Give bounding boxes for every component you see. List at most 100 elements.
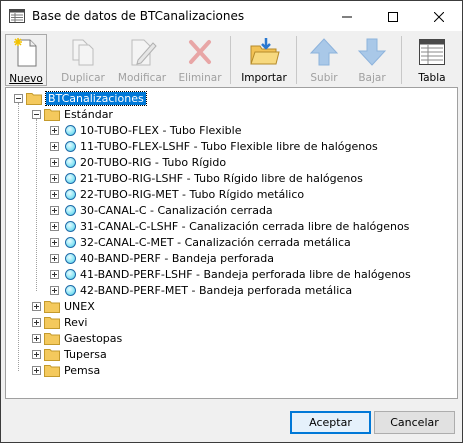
folder-open-icon [26,92,42,105]
dialog-window: Base de datos de BTCanalizaciones Nuevo [0,0,463,443]
tree-node-root[interactable]: BTCanalizaciones [14,90,147,106]
maximize-button[interactable] [370,1,416,32]
title-bar: Base de datos de BTCanalizaciones [1,1,462,32]
folder-icon [44,332,60,345]
toolbar: Nuevo Duplicar Modificar Eliminar Import… [1,32,462,88]
collapse-icon[interactable] [32,109,41,119]
tree-node-pemsa[interactable]: Pemsa [32,362,100,378]
tree-item[interactable]: 31-CANAL-C-LSHF - Canalización cerrada l… [50,218,409,234]
tree-connector [36,119,37,291]
arrow-up-icon [309,38,339,66]
minimize-button[interactable] [324,1,370,32]
tree-item-label: 40-BAND-PERF - Bandeja perforada [80,251,274,265]
tree-item-label: 30-CANAL-C - Canalización cerrada [80,203,273,217]
tree-node-label: UNEX [64,299,95,313]
tree-item-label: 41-BAND-PERF-LSHF - Bandeja perforada li… [80,267,411,281]
tree-item[interactable]: 21-TUBO-RIG-LSHF - Tubo Rígido libre de … [50,170,363,186]
pencil-edit-icon [131,39,157,66]
delete-label: Eliminar [178,72,222,84]
tree-node-label: Tupersa [64,347,107,361]
import-button[interactable]: Importar [237,34,291,86]
duplicate-icon [72,39,94,66]
expand-icon[interactable] [50,205,59,215]
tree-node-label: Gaestopas [64,331,123,345]
expand-icon[interactable] [50,173,59,183]
tree-item[interactable]: 22-TUBO-RIG-MET - Tubo Rígido metálico [50,186,304,202]
item-circle-icon [65,204,76,216]
tree-node-label: Estándar [64,107,113,121]
minimize-icon [342,16,352,17]
tree-node-unex[interactable]: UNEX [32,298,95,314]
folder-icon [44,364,60,377]
tree-node-tupersa[interactable]: Tupersa [32,346,107,362]
item-circle-icon [65,236,76,248]
toolbar-separator [230,36,231,84]
tree-node-label: Revi [64,315,88,329]
tree-item[interactable]: 30-CANAL-C - Canalización cerrada [50,202,273,218]
expand-icon[interactable] [50,253,59,263]
item-circle-icon [65,284,76,296]
expand-icon[interactable] [32,365,41,375]
modify-label: Modificar [117,72,167,84]
tree-item[interactable]: 20-TUBO-RIG - Tubo Rígido [50,154,226,170]
tree-node-estandar[interactable]: Estándar [32,106,113,122]
table-button[interactable]: Tabla [408,34,456,86]
duplicate-label: Duplicar [61,72,105,84]
window-title: Base de datos de BTCanalizaciones [32,9,245,23]
accept-button[interactable]: Aceptar [290,411,371,434]
expand-icon[interactable] [50,285,59,295]
expand-icon[interactable] [32,317,41,327]
item-circle-icon [65,252,76,264]
expand-icon[interactable] [50,237,59,247]
duplicate-button[interactable]: Duplicar [58,34,108,86]
expand-icon[interactable] [32,333,41,343]
folder-icon [44,348,60,361]
expand-icon[interactable] [32,349,41,359]
tree-item-label: 22-TUBO-RIG-MET - Tubo Rígido metálico [80,187,305,201]
collapse-icon[interactable] [14,93,23,103]
cancel-button[interactable]: Cancelar [374,411,455,434]
tree-item-label: 11-TUBO-FLEX-LSHF - Tubo Flexible libre … [80,139,378,153]
tree-item-label: 10-TUBO-FLEX - Tubo Flexible [80,123,242,137]
tree-item[interactable]: 11-TUBO-FLEX-LSHF - Tubo Flexible libre … [50,138,378,154]
tree-item-label: 31-CANAL-C-LSHF - Canalización cerrada l… [80,219,410,233]
tree-item[interactable]: 32-CANAL-C-MET - Canalización cerrada me… [50,234,351,250]
expand-icon[interactable] [50,269,59,279]
toolbar-separator [296,36,297,84]
tree-item-label: 20-TUBO-RIG - Tubo Rígido [80,155,227,169]
item-circle-icon [65,140,76,152]
tree-item[interactable]: 10-TUBO-FLEX - Tubo Flexible [50,122,241,138]
close-icon [434,11,444,22]
expand-icon[interactable] [50,221,59,231]
tree-node-gaestopas[interactable]: Gaestopas [32,330,122,346]
item-circle-icon [65,172,76,184]
tree-connector [18,103,19,371]
expand-icon[interactable] [50,141,59,151]
tree-node-revi[interactable]: Revi [32,314,87,330]
database-tree[interactable]: BTCanalizaciones Estándar 10-TUBO-FLEX -… [5,87,458,399]
database-app-icon [9,9,25,23]
modify-button[interactable]: Modificar [114,34,170,86]
move-down-button[interactable]: Bajar [351,34,393,86]
folder-icon [44,316,60,329]
import-label: Importar [241,72,287,84]
tree-item[interactable]: 40-BAND-PERF - Bandeja perforada [50,250,274,266]
tree-item[interactable]: 41-BAND-PERF-LSHF - Bandeja perforada li… [50,266,411,282]
maximize-icon [388,11,398,22]
expand-icon[interactable] [50,189,59,199]
delete-button[interactable]: Eliminar [176,34,224,86]
table-icon [419,39,445,65]
tree-item[interactable]: 42-BAND-PERF-MET - Bandeja perforada met… [50,282,352,298]
tree-item-label: 21-TUBO-RIG-LSHF - Tubo Rígido libre de … [80,171,363,185]
expand-icon[interactable] [32,301,41,311]
item-circle-icon [65,268,76,280]
close-button[interactable] [416,1,462,32]
tree-node-label: BTCanalizaciones [45,90,147,106]
new-button[interactable]: Nuevo [5,34,47,86]
item-circle-icon [65,124,76,136]
folder-icon [44,300,60,313]
expand-icon[interactable] [50,125,59,135]
expand-icon[interactable] [50,157,59,167]
move-up-button[interactable]: Subir [303,34,345,86]
table-label: Tabla [418,72,446,84]
